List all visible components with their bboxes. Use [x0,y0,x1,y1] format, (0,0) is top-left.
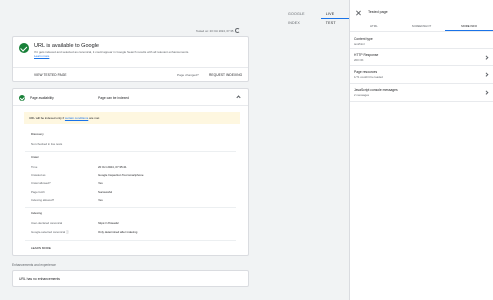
availability-label: Page availability [30,96,54,100]
chevron-right-icon [484,90,489,95]
info-title: HTTP Response [354,53,379,57]
check-circle-icon [19,43,29,53]
top-tabs: GOOGLE INDEX LIVE TEST [283,10,349,25]
panel-tabs: HTML SCREENSHOT MORE INFO [350,21,493,32]
learn-more-link[interactable]: Learn more [34,54,49,58]
info-sub: 200 OK [354,58,364,62]
view-tested-page-button[interactable]: VIEW TESTED PAGE [34,73,67,77]
availability-header[interactable]: Page availability Page can be indexed [13,89,248,106]
crawl-value: Google Inspection Tool smartphone [98,173,144,177]
indexing-warning: URL will be indexed only if certain cond… [24,112,240,124]
availability-value: Page can be indexed [98,96,129,100]
tab-screenshot[interactable]: SCREENSHOT [398,21,446,31]
crawl-key: Crawl allowed? [31,181,51,185]
crawl-value: Successful [98,190,112,194]
enhancements-heading: Enhancements and experience [12,263,56,267]
chevron-right-icon [484,55,489,60]
tested-on-text: Tested on: 20 Oct 2024, 07:35 [196,28,234,33]
chevron-right-icon [484,72,489,77]
tested-on: Tested on: 20 Oct 2024, 07:35 [196,28,241,33]
enhancements-card: URL has no enhancements [12,270,249,287]
divider [350,101,493,102]
crawl-key: Indexing allowed? [31,198,55,202]
indexing-key: Google-selected canonical ⓘ [31,230,69,234]
tab-more-info[interactable]: MORE INFO [445,21,493,31]
crawl-key: Time [31,165,38,169]
discovery-heading: Discovery [31,132,44,136]
chevron-up-icon[interactable] [236,95,241,100]
info-js-console[interactable]: JavaScript console messages 2 messages [350,84,493,102]
availability-card: Page availability Page can be indexed UR… [12,88,249,256]
info-http-response[interactable]: HTTP Response 200 OK [350,49,493,66]
tested-page-panel: Tested page HTML SCREENSHOT MORE INFO Co… [349,0,493,300]
check-circle-icon [19,95,25,101]
crawl-key: Page fetch [31,190,45,194]
status-card: URL is available to Google If it gets in… [12,36,249,82]
request-indexing-button[interactable]: REQUEST INDEXING [209,73,242,77]
panel-title: Tested page [368,10,388,14]
certain-conditions-link[interactable]: certain conditions [65,116,88,120]
crawl-key: Crawled as [31,173,46,177]
divider [25,151,236,152]
main-area: GOOGLE INDEX LIVE TEST Tested on: 20 Oct… [0,0,349,300]
tab-html[interactable]: HTML [350,21,398,31]
info-title: JavaScript console messages [354,88,398,92]
info-title: Page resources [354,70,378,74]
indexing-heading: Indexing [31,211,42,215]
close-icon[interactable] [356,10,361,15]
info-page-resources[interactable]: Page resources 1/71 couldn't be loaded [350,66,493,84]
indexing-value: https:// /threads/ [98,221,119,225]
indexing-value: Only determined after indexing [98,230,138,234]
tab-google-index[interactable]: GOOGLE INDEX [283,10,321,25]
info-sub: 2 messages [354,93,370,97]
crawl-heading: Crawl [31,155,39,159]
divider [25,207,236,208]
crawl-value: 20 Oct 2024, 07:35:41 [98,165,127,169]
info-sub: text/html [354,42,365,46]
tab-live-test[interactable]: LIVE TEST [320,10,349,25]
enhancements-text: URL has no enhancements [19,277,60,281]
crawl-value: Yes [98,181,103,185]
status-title: URL is available to Google [34,43,99,49]
learn-more-button[interactable]: LEARN MORE [31,246,51,250]
info-sub: 1/71 couldn't be loaded [354,75,383,79]
status-actions: VIEW TESTED PAGE Page changed? REQUEST I… [13,67,248,81]
status-description: If it gets indexed and selected as canon… [34,50,190,58]
page-changed-label: Page changed? [177,73,199,77]
info-content-type: Content type text/html [350,33,493,49]
discovery-text: Not checked in live tests [31,142,63,146]
info-title: Content type [354,37,373,41]
crawl-value: Yes [98,198,103,202]
divider [25,240,236,241]
refresh-icon[interactable] [235,28,241,33]
indexing-key: User-declared canonical [31,221,63,225]
